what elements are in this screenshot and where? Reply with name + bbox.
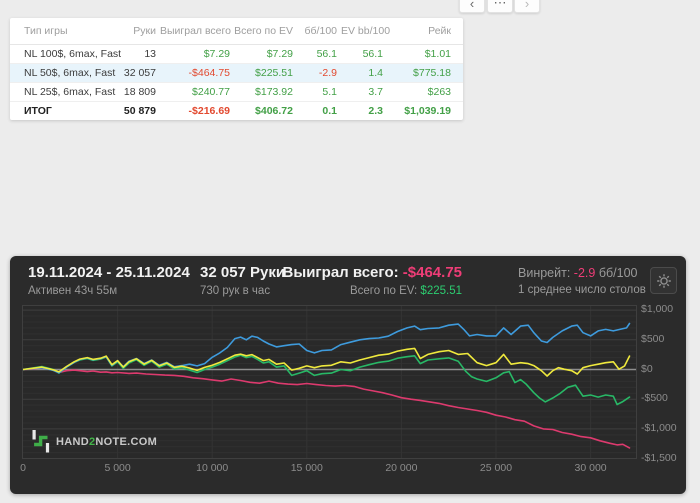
winrate: Винрейт: -2.9 бб/100 <box>518 266 646 280</box>
session-chart-panel: 19.11.2024 - 25.11.2024 Активен 43ч 55м … <box>10 256 686 494</box>
hand2note-watermark: HAND2NOTE.COM <box>32 430 157 453</box>
table-cell: $1,039.19 <box>404 104 451 117</box>
prev-page-button[interactable]: ‹ <box>459 0 485 13</box>
winrate-suffix: бб/100 <box>598 266 638 280</box>
table-cell: $7.29 <box>158 44 232 64</box>
yellow-line <box>23 347 631 377</box>
col-header-rake[interactable]: Рейк <box>385 18 463 45</box>
chart-settings-button[interactable] <box>650 267 677 294</box>
gear-icon <box>656 273 671 288</box>
next-page-button[interactable]: › <box>514 0 540 13</box>
more-options-button[interactable]: ⋯ <box>487 0 513 13</box>
winrate-label: Винрейт: <box>518 266 571 280</box>
table-cell: 5.1 <box>295 82 339 102</box>
won-total: Выиграл всего: -$464.75 <box>250 264 462 281</box>
table-row[interactable]: NL 100$, 6max, Fast 13 $7.29 $7.29 56.1 56.1 $… <box>10 44 463 64</box>
winrate-value: -2.9 <box>573 266 596 280</box>
col-header-won-total[interactable]: Выиграл всего <box>158 18 232 45</box>
winrate-block: Винрейт: -2.9 бб/100 1 среднее число сто… <box>518 264 646 296</box>
x-tick-label: 0 <box>20 462 26 474</box>
table-cell: $406.72 <box>255 104 293 117</box>
period-block: 19.11.2024 - 25.11.2024 Активен 43ч 55м <box>28 264 190 297</box>
hand2note-logo-icon <box>32 430 50 453</box>
col-header-bb100[interactable]: бб/100 <box>295 18 339 45</box>
total-ev: Всего по EV: $225.51 <box>250 285 462 297</box>
y-tick-label: -$1,000 <box>641 421 677 434</box>
table-cell: -2.9 <box>295 63 339 83</box>
y-tick-label: -$500 <box>641 392 668 405</box>
x-tick-label: 20 000 <box>385 462 418 474</box>
table-cell: 32 057 <box>112 63 158 83</box>
table-cell: $240.77 <box>158 82 232 102</box>
x-tick-label: 15 000 <box>290 462 323 474</box>
table-row[interactable]: ИТОГ 50 879 -$216.69 $406.72 0.1 2.3 $1,039.19 <box>10 101 463 120</box>
stats-table-panel: Тип игры Руки Выиграл всего Всего по EV … <box>10 18 463 120</box>
table-cell: $1.01 <box>385 44 463 64</box>
col-header-hands[interactable]: Руки <box>112 18 158 45</box>
stats-table-header-row: Тип игры Руки Выиграл всего Всего по EV … <box>10 18 463 45</box>
hand2note-logo-text: HAND2NOTE.COM <box>56 435 158 448</box>
y-tick-label: $1,000 <box>641 303 674 316</box>
y-tick-label: $0 <box>641 362 653 375</box>
stats-table: Тип игры Руки Выиграл всего Всего по EV … <box>10 18 463 120</box>
y-tick-label: -$1,500 <box>641 451 677 464</box>
col-header-game-type[interactable]: Тип игры <box>10 18 112 45</box>
table-cell: 56.1 <box>339 44 385 64</box>
table-cell: ИТОГ <box>24 104 52 117</box>
table-cell: 50 879 <box>123 104 156 117</box>
table-cell: 56.1 <box>295 44 339 64</box>
won-total-label: Выиграл всего: <box>282 264 399 281</box>
table-cell: -$464.75 <box>158 63 232 83</box>
table-row[interactable]: NL 25$, 6max, Fast 18 809 $240.77 $173.92 5.… <box>10 82 463 102</box>
table-cell: 0.1 <box>322 104 337 117</box>
table-cell: NL 100$, 6max, Fast <box>10 44 121 64</box>
table-cell: 3.7 <box>339 82 385 102</box>
col-header-ev-bb100[interactable]: EV bb/100 <box>339 18 390 45</box>
total-ev-value: $225.51 <box>420 285 462 297</box>
table-cell: 18 809 <box>112 82 158 102</box>
table-cell: $775.18 <box>385 63 463 83</box>
table-cell: $263 <box>385 82 463 102</box>
y-tick-label: $500 <box>641 332 665 345</box>
total-ev-label: Всего по EV: <box>349 285 418 297</box>
col-header-total-ev[interactable]: Всего по EV <box>232 18 295 45</box>
table-cell: NL 25$, 6max, Fast <box>10 82 115 102</box>
won-total-value: -$464.75 <box>402 264 462 281</box>
x-tick-label: 30 000 <box>574 462 607 474</box>
active-time: Активен 43ч 55м <box>28 285 118 297</box>
x-tick-label: 25 000 <box>479 462 513 474</box>
won-block: Выиграл всего: -$464.75 Всего по EV: $22… <box>250 264 462 297</box>
date-range: 19.11.2024 - 25.11.2024 <box>28 264 190 281</box>
table-cell: $7.29 <box>232 44 295 64</box>
table-cell: -$216.69 <box>188 104 230 117</box>
x-tick-label: 10 000 <box>196 462 229 474</box>
table-row[interactable]: NL 50$, 6max, Fast 32 057 -$464.75 $225.51-… <box>10 63 463 83</box>
table-cell: NL 50$, 6max, Fast <box>10 63 115 83</box>
table-cell: 2.3 <box>368 104 383 117</box>
x-tick-label: 5 000 <box>104 462 131 474</box>
table-cell: $173.92 <box>232 82 295 102</box>
table-cell: $225.51 <box>232 63 295 83</box>
table-cell: 1.4 <box>339 63 385 83</box>
avg-tables: 1 среднее число столов <box>518 284 646 296</box>
